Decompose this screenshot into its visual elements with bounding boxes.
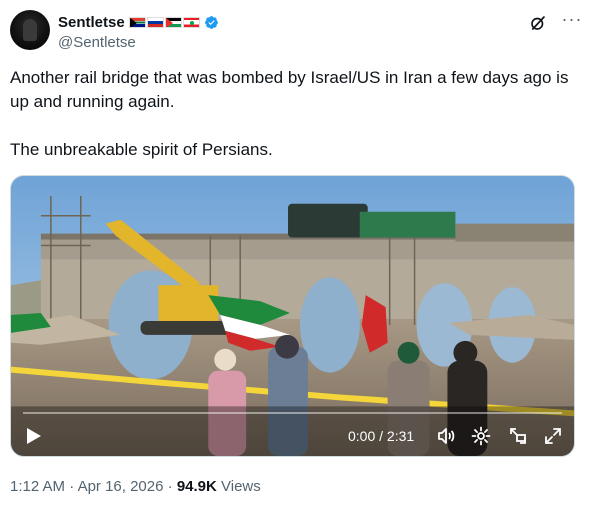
play-icon[interactable] <box>26 427 42 445</box>
tweet-header: Sentletse @Sentletse ··· <box>10 10 585 54</box>
tweet-text: Another rail bridge that was bombed by I… <box>10 66 580 162</box>
settings-icon[interactable] <box>471 426 491 446</box>
verified-badge-icon <box>204 15 218 29</box>
video-player[interactable]: 0:00 / 2:31 <box>10 175 575 457</box>
author-display-name[interactable]: Sentletse <box>58 14 125 31</box>
meta-separator: · <box>163 478 177 495</box>
south-africa-flag-icon <box>128 16 146 28</box>
author-names: Sentletse @Sentletse <box>58 12 219 51</box>
author-handle[interactable]: @Sentletse <box>58 34 219 51</box>
fullscreen-icon[interactable] <box>543 426 563 446</box>
meta-separator: · <box>65 478 78 495</box>
more-options-icon[interactable]: ··· <box>561 10 583 32</box>
volume-icon[interactable] <box>436 426 456 446</box>
tweet-time[interactable]: 1:12 AM <box>10 478 65 495</box>
tweet-date[interactable]: Apr 16, 2026 <box>78 478 164 495</box>
tweet-paragraph: Another rail bridge that was bombed by I… <box>10 68 569 111</box>
video-progress-bar[interactable] <box>23 412 562 414</box>
views-count: 94.9K <box>176 478 217 495</box>
flag-emojis <box>128 16 200 28</box>
video-controls: 0:00 / 2:31 <box>11 410 574 456</box>
russia-flag-icon <box>146 16 164 28</box>
lebanon-flag-icon <box>182 16 200 28</box>
tweet-meta: 1:12 AM · Apr 16, 2026 · 94.9K Views <box>10 478 261 495</box>
grok-icon[interactable] <box>529 14 547 32</box>
tweet-paragraph: The unbreakable spirit of Persians. <box>10 140 273 159</box>
video-time: 0:00 / 2:31 <box>348 428 415 444</box>
picture-in-picture-icon[interactable] <box>508 426 528 446</box>
views-label: Views <box>216 478 261 495</box>
avatar[interactable] <box>10 10 50 50</box>
palestine-flag-icon <box>164 16 182 28</box>
